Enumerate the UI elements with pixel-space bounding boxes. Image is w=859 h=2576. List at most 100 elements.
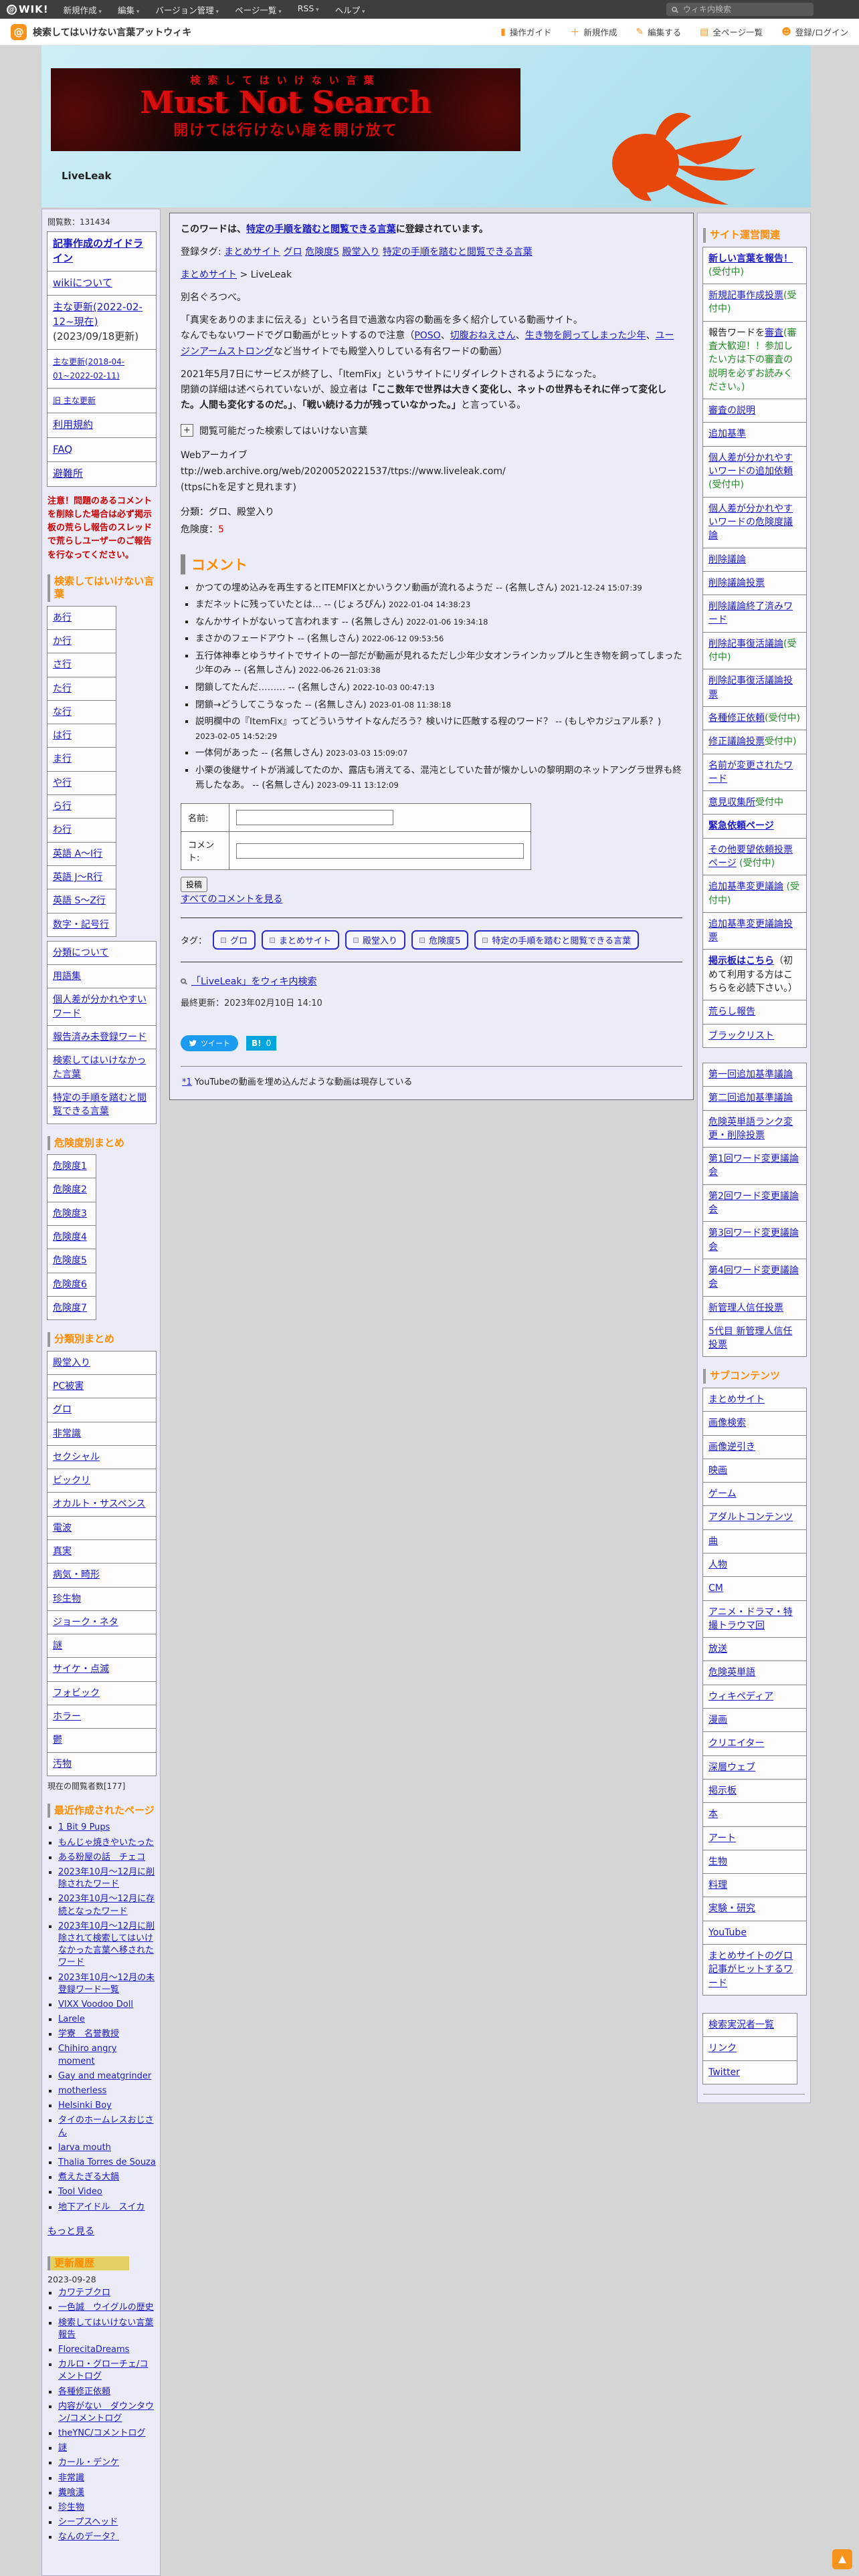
history-link[interactable]: カワテブクロ: [58, 2288, 110, 2298]
history-link[interactable]: カール・デンケ: [58, 2458, 119, 2468]
subcontent-link[interactable]: 曲: [708, 1536, 718, 1547]
danger-link[interactable]: 危険度5: [53, 1255, 87, 1266]
operation-link[interactable]: 削除記事復活議論投票: [708, 675, 793, 700]
operation-link[interactable]: 審査: [765, 328, 783, 338]
history-link[interactable]: カルロ・グローチェ/コメントログ: [58, 2359, 148, 2381]
recent-page-link[interactable]: Helsinki Boy: [58, 2101, 112, 2111]
kana-link[interactable]: た行: [53, 683, 72, 694]
history-link[interactable]: シープスヘッド: [58, 2517, 118, 2527]
header-action[interactable]: ▤ 全ページ一覧: [700, 25, 763, 39]
inline-link[interactable]: 切腹おねえさん: [450, 330, 516, 341]
category-link[interactable]: PC被害: [53, 1381, 84, 1392]
tweet-button[interactable]: ツイート: [181, 1035, 238, 1052]
category-link[interactable]: 電波: [53, 1523, 72, 1533]
operation-link[interactable]: 意見収集所: [708, 797, 755, 808]
recent-page-link[interactable]: 煮えたぎる大鍋: [58, 2172, 119, 2182]
kana-link[interactable]: さ行: [53, 659, 72, 670]
subcontent-link[interactable]: 漫画: [708, 1715, 727, 1725]
discussion-link[interactable]: 5代目 新管理人信任投票: [708, 1326, 792, 1350]
tag-button[interactable]: 特定の手順を踏むと閲覧できる言葉: [474, 930, 640, 950]
footer-link[interactable]: リンク: [708, 2043, 737, 2054]
operation-link[interactable]: 追加基準変更議論投票: [708, 919, 793, 943]
subcontent-link[interactable]: 画像逆引き: [708, 1442, 755, 1453]
wiki-search-input[interactable]: [682, 4, 808, 15]
discussion-link[interactable]: 第2回ワード変更議論会: [708, 1191, 799, 1215]
misc-link[interactable]: 特定の手順を踏むと閲覧できる言葉: [53, 1093, 147, 1117]
name-input[interactable]: [236, 810, 393, 826]
category-link[interactable]: グロ: [53, 1404, 72, 1415]
kana-link[interactable]: 英語 J～R行: [53, 872, 102, 883]
danger-link[interactable]: 危険度6: [53, 1279, 87, 1290]
category-link[interactable]: オカルト・サスペンス: [53, 1499, 145, 1509]
footnote-ref-link[interactable]: *1: [182, 1077, 192, 1087]
misc-link[interactable]: 検索してはいけなかった言葉: [53, 1055, 146, 1079]
history-link[interactable]: 一色誠 ウイグルの歴史: [58, 2302, 154, 2313]
history-link[interactable]: 各種修正依頼: [58, 2387, 110, 2397]
search-this-word-link[interactable]: 「LiveLeak」をウィキ内検索: [191, 974, 316, 988]
misc-link[interactable]: 個人差が分かれやすいワード: [53, 994, 147, 1018]
top-menu-item[interactable]: ページ一覧: [235, 3, 282, 16]
kana-link[interactable]: 英語 A～I行: [53, 849, 102, 859]
operation-link[interactable]: 掲示板はこちら: [708, 956, 774, 966]
subcontent-link[interactable]: YouTube: [708, 1927, 747, 1938]
recent-page-link[interactable]: 学寮 名誉教授: [58, 2029, 119, 2039]
misc-link[interactable]: 報告済み未登録ワード: [53, 1032, 147, 1043]
tag-button[interactable]: まとめサイト: [262, 930, 340, 950]
recent-page-link[interactable]: Larele: [58, 2014, 85, 2024]
site-title[interactable]: 検索してはいけない言葉アットウィキ: [33, 25, 191, 39]
footer-link[interactable]: 検索実況者一覧: [708, 2020, 774, 2030]
category-link[interactable]: 殿堂入り: [53, 1358, 90, 1368]
operation-link[interactable]: 削除議論投票: [708, 578, 765, 588]
category-link[interactable]: 真実: [53, 1546, 72, 1557]
discussion-link[interactable]: 第一回追加基準議論: [708, 1069, 793, 1080]
subcontent-link[interactable]: 実験・研究: [708, 1903, 755, 1914]
inline-link[interactable]: 特定の手順を踏むと閲覧できる言葉: [383, 247, 533, 257]
discussion-link[interactable]: 第3回ワード変更議論会: [708, 1228, 799, 1252]
inline-link[interactable]: 特定の手順を踏むと閲覧できる言葉: [246, 224, 396, 235]
subcontent-link[interactable]: 深層ウェブ: [708, 1762, 755, 1773]
comment-input[interactable]: [236, 843, 524, 859]
recent-page-link[interactable]: 2023年10月～12月の未登録ワード一覧: [58, 1973, 155, 1995]
inline-link[interactable]: 生き物を飼ってしまった少年: [525, 330, 646, 341]
operation-link[interactable]: 削除議論: [708, 554, 746, 565]
all-comments-link[interactable]: すべてのコメントを見る: [181, 894, 282, 905]
sidebar-menu-link[interactable]: 主な更新(2022-02-12~現在): [53, 301, 142, 328]
sidebar-menu-link[interactable]: 記事作成のガイドライン: [53, 237, 143, 264]
top-menu-item[interactable]: ヘルプ: [335, 3, 365, 16]
discussion-link[interactable]: 新管理人信任投票: [708, 1303, 783, 1313]
more-link[interactable]: もっと見る: [47, 2224, 94, 2238]
category-link[interactable]: 病気・畸形: [53, 1570, 100, 1580]
scroll-to-top-button[interactable]: ▲: [832, 2549, 852, 2569]
recent-page-link[interactable]: Chihiro angry moment: [58, 2044, 116, 2066]
history-link[interactable]: 珍生物: [58, 2502, 84, 2512]
subcontent-link[interactable]: アニメ・ドラマ・特撮トラウマ回: [708, 1607, 793, 1631]
inline-link[interactable]: まとめサイト: [224, 247, 280, 257]
recent-page-link[interactable]: VIXX Voodoo Doll: [58, 2000, 133, 2010]
operation-link[interactable]: 個人差が分かれやすいワードの危険度議論: [708, 504, 793, 542]
recent-page-link[interactable]: Thalia Torres de Souza: [58, 2157, 156, 2167]
sidebar-menu-link[interactable]: wikiについて: [53, 277, 112, 289]
subcontent-link[interactable]: 生物: [708, 1856, 727, 1867]
sidebar-menu-link[interactable]: FAQ: [53, 443, 72, 455]
header-action[interactable]: ＋ 新規作成: [570, 25, 617, 39]
history-link[interactable]: 非常識: [58, 2473, 84, 2483]
discussion-link[interactable]: 第4回ワード変更議論会: [708, 1265, 799, 1289]
recent-page-link[interactable]: motherless: [58, 2086, 106, 2096]
danger-link[interactable]: 危険度4: [53, 1232, 87, 1243]
danger-link[interactable]: 危険度2: [53, 1184, 87, 1195]
subcontent-link[interactable]: 放送: [708, 1644, 727, 1654]
sidebar-menu-link[interactable]: 旧 主な更新: [53, 396, 96, 405]
category-link[interactable]: セクシャル: [53, 1452, 100, 1463]
subcontent-link[interactable]: まとめサイト: [708, 1394, 765, 1405]
subcontent-link[interactable]: クリエイター: [708, 1738, 764, 1749]
recent-page-link[interactable]: Gay and meatgrinder: [58, 2071, 151, 2081]
recent-page-link[interactable]: 地下アイドル スイカ: [58, 2202, 145, 2212]
subcontent-link[interactable]: ゲーム: [708, 1489, 737, 1499]
kana-link[interactable]: 英語 S～Z行: [53, 895, 106, 906]
kana-link[interactable]: あ行: [53, 613, 72, 623]
operation-link[interactable]: ブラックリスト: [708, 1031, 774, 1041]
danger-link[interactable]: 危険度3: [53, 1208, 87, 1219]
category-link[interactable]: 汚物: [53, 1759, 72, 1769]
recent-page-link[interactable]: もんじゃ焼きやいたった: [58, 1838, 154, 1848]
kana-link[interactable]: な行: [53, 707, 72, 718]
